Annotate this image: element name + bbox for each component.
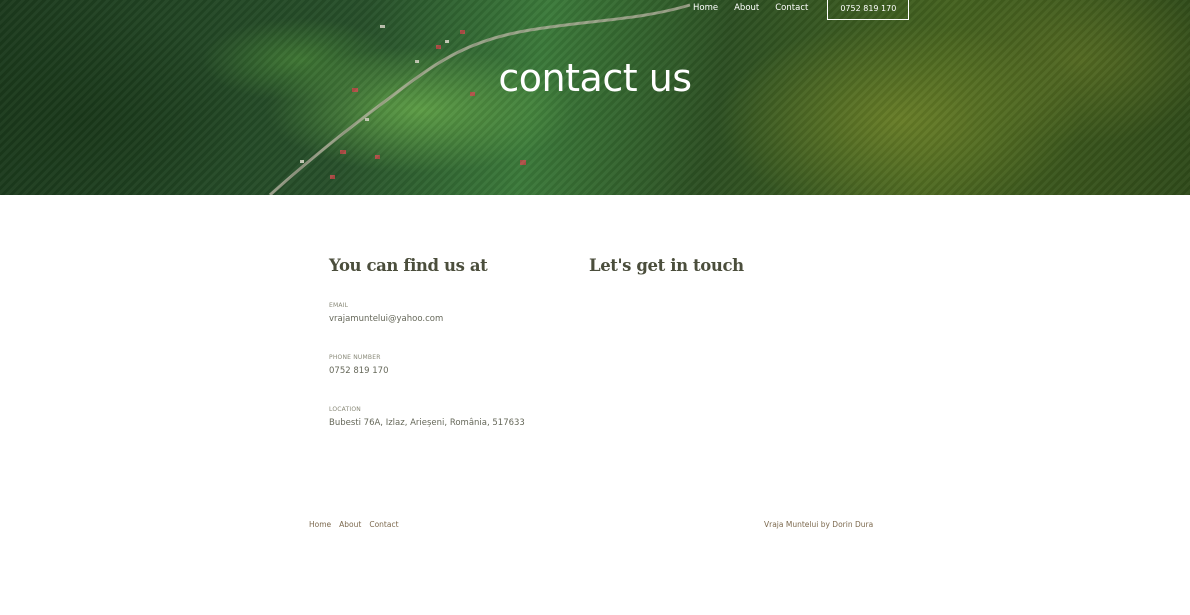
find-us-heading: You can find us at [329,256,488,275]
phone-value[interactable]: 0752 819 170 [329,366,388,376]
phone-label: PHONE NUMBER [329,354,381,361]
footer-link-about[interactable]: About [339,520,361,529]
nav-item-home[interactable]: Home [693,3,718,13]
get-in-touch-section: Let's get in touch [589,256,889,275]
email-label: EMAIL [329,302,349,309]
top-nav: Home About Contact 0752 819 170 [693,0,910,20]
footer-link-contact[interactable]: Contact [369,520,398,529]
email-value[interactable]: vrajamuntelui@yahoo.com [329,314,443,324]
page-title: contact us [498,56,692,100]
phone-button[interactable]: 0752 819 170 [827,0,910,20]
footer-link-home[interactable]: Home [309,520,331,529]
get-in-touch-heading: Let's get in touch [589,256,744,275]
location-value: Bubesti 76A, Izlaz, Arieșeni, România, 5… [329,418,525,428]
find-us-section: You can find us at EMAIL vrajamuntelui@y… [329,256,569,428]
hero-banner: contact us [0,0,1190,195]
footer-nav: Home About Contact [309,520,407,529]
nav-item-about[interactable]: About [734,3,759,13]
nav-item-contact[interactable]: Contact [775,3,808,13]
footer-credit: Vraja Muntelui by Dorin Dura [764,520,874,529]
location-label: LOCATION [329,406,361,413]
